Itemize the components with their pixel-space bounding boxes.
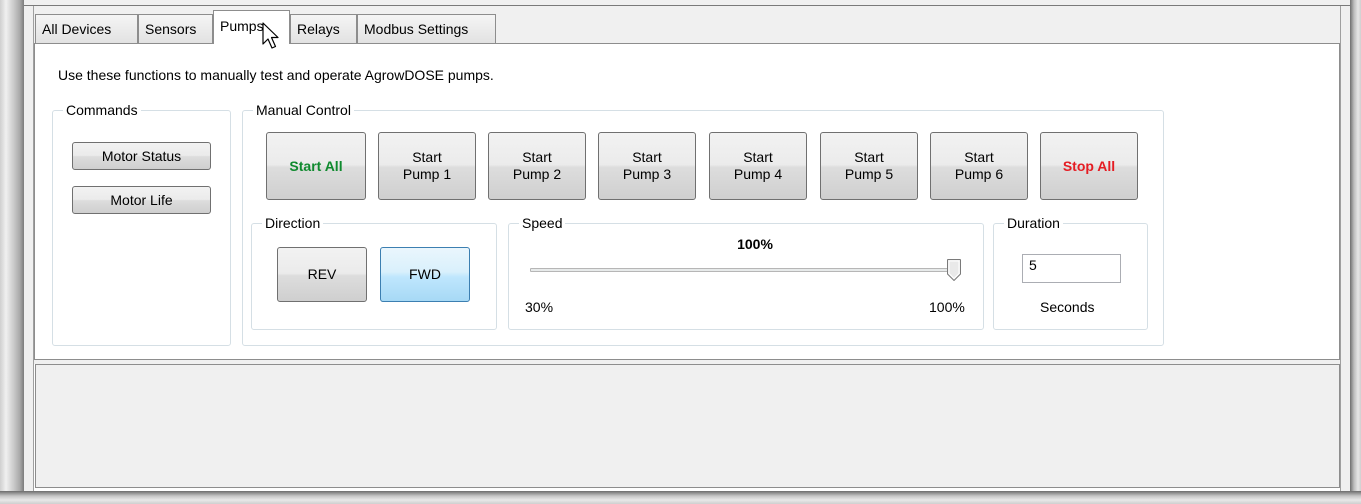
start-pump-6-button[interactable]: Start Pump 6 bbox=[930, 132, 1028, 200]
start-pump-4-line1: Start bbox=[743, 149, 773, 165]
window-frame-bottom bbox=[0, 491, 1361, 504]
start-pump-4-line2: Pump 4 bbox=[733, 166, 783, 182]
start-pump-1-line1: Start bbox=[412, 149, 442, 165]
start-pump-3-line2: Pump 3 bbox=[622, 166, 672, 182]
stop-all-label: Stop All bbox=[1062, 157, 1116, 174]
client-edge-right bbox=[1340, 0, 1350, 491]
duration-group-title: Duration bbox=[1004, 214, 1063, 232]
start-all-label: Start All bbox=[289, 157, 343, 174]
speed-max-label: 100% bbox=[929, 299, 965, 315]
tab-sensors[interactable]: Sensors bbox=[138, 14, 213, 43]
tab-relays[interactable]: Relays bbox=[290, 14, 357, 43]
duration-unit-label: Seconds bbox=[1040, 299, 1095, 315]
stop-all-button[interactable]: Stop All bbox=[1040, 132, 1138, 200]
mouse-cursor-icon bbox=[262, 22, 279, 49]
start-pump-6-line1: Start bbox=[964, 149, 994, 165]
start-pump-5-button[interactable]: Start Pump 5 bbox=[820, 132, 918, 200]
fwd-button[interactable]: FWD bbox=[380, 247, 470, 302]
start-pump-1-line2: Pump 1 bbox=[402, 166, 452, 182]
speed-value-label: 100% bbox=[737, 236, 773, 252]
motor-status-button[interactable]: Motor Status bbox=[72, 142, 211, 170]
speed-slider-track[interactable] bbox=[530, 268, 958, 272]
start-pump-3-button[interactable]: Start Pump 3 bbox=[598, 132, 696, 200]
tab-all-devices[interactable]: All Devices bbox=[35, 14, 138, 43]
start-pump-5-line1: Start bbox=[854, 149, 884, 165]
rev-button[interactable]: REV bbox=[277, 247, 367, 302]
window-frame-left bbox=[0, 0, 24, 504]
start-pump-4-button[interactable]: Start Pump 4 bbox=[709, 132, 807, 200]
start-pump-3-line1: Start bbox=[632, 149, 662, 165]
start-pump-2-line2: Pump 2 bbox=[512, 166, 562, 182]
direction-group-title: Direction bbox=[262, 214, 324, 232]
speed-group-title: Speed bbox=[519, 214, 566, 232]
client-edge-left bbox=[24, 0, 34, 491]
commands-group-title: Commands bbox=[63, 101, 141, 119]
start-pump-5-line2: Pump 5 bbox=[844, 166, 894, 182]
start-pump-2-button[interactable]: Start Pump 2 bbox=[488, 132, 586, 200]
panel-description: Use these functions to manually test and… bbox=[58, 67, 494, 83]
window-frame-right bbox=[1350, 0, 1361, 504]
duration-input[interactable]: 5 bbox=[1022, 254, 1121, 283]
start-pump-2-line1: Start bbox=[522, 149, 552, 165]
motor-life-button[interactable]: Motor Life bbox=[72, 186, 211, 214]
tab-modbus-settings[interactable]: Modbus Settings bbox=[357, 14, 496, 43]
start-pump-1-button[interactable]: Start Pump 1 bbox=[378, 132, 476, 200]
speed-min-label: 30% bbox=[525, 299, 554, 315]
manual-control-group-title: Manual Control bbox=[253, 101, 354, 119]
start-all-button[interactable]: Start All bbox=[266, 132, 366, 200]
start-pump-6-line2: Pump 6 bbox=[954, 166, 1004, 182]
log-area[interactable] bbox=[35, 364, 1340, 488]
speed-slider-thumb[interactable] bbox=[947, 259, 961, 281]
